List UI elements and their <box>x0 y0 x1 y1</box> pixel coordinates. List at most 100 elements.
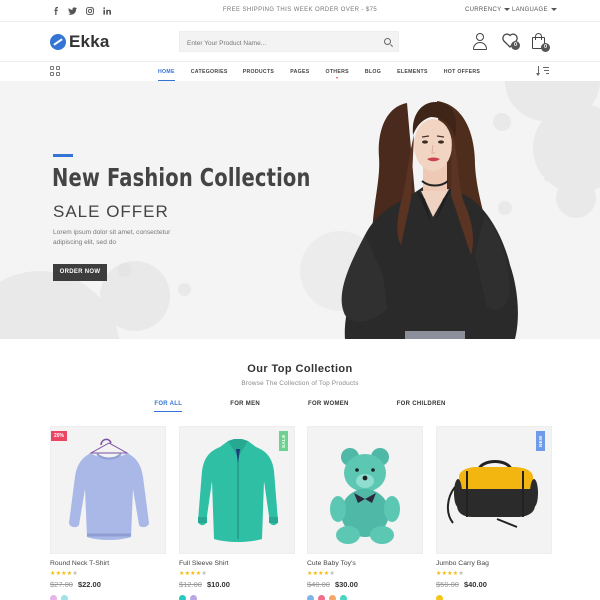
color-swatch[interactable] <box>436 595 443 600</box>
nav-item-hot-offers[interactable]: HOT OFFERS <box>444 69 480 75</box>
top-bar: FREE SHIPPING THIS WEEK ORDER OVER - $75… <box>0 0 600 22</box>
color-swatches <box>307 595 423 600</box>
nav-item-home[interactable]: HOME <box>158 69 175 81</box>
product-name[interactable]: Round Neck T-Shirt <box>50 560 166 567</box>
color-swatches <box>50 595 166 600</box>
hero-description: Lorem ipsum dolor sit amet, consectetur … <box>53 229 171 246</box>
new-badge: NEW <box>536 431 545 451</box>
teddy-bear-icon <box>330 448 400 544</box>
decor-circle <box>118 263 132 277</box>
color-swatches <box>179 595 295 600</box>
product-name[interactable]: Full Sleeve Shirt <box>179 560 295 567</box>
hero-accent-line <box>53 154 73 157</box>
new-price: $30.00 <box>334 580 358 589</box>
decor-circle <box>100 261 170 331</box>
nav-menu: HOME CATEGORIES PRODUCTS PAGES OTHERS BL… <box>158 69 480 81</box>
tab-for-all[interactable]: FOR ALL <box>154 401 183 412</box>
color-swatch[interactable] <box>61 595 68 600</box>
product-card[interactable]: 20% Round Neck T-Shirt ★★★★★ $27.00 $22.0… <box>50 426 166 600</box>
new-price: $10.00 <box>206 580 230 589</box>
nav-item-elements[interactable]: ELEMENTS <box>397 69 428 75</box>
currency-dropdown[interactable]: CURRENCY <box>465 7 511 13</box>
collection-subtitle: Browse The Collection of Top Products <box>241 380 359 387</box>
currency-label: CURRENCY <box>465 7 502 13</box>
rating-stars: ★★★★★ <box>179 571 207 577</box>
color-swatch[interactable] <box>340 595 347 600</box>
category-grid-icon[interactable] <box>50 66 60 76</box>
product-name[interactable]: Cute Baby Toy's <box>307 560 423 567</box>
product-price: $12.00 $10.00 <box>179 580 295 589</box>
product-price: $27.00 $22.00 <box>50 580 166 589</box>
color-swatch[interactable] <box>329 595 336 600</box>
product-image[interactable] <box>307 426 423 554</box>
product-image[interactable]: 20% <box>50 426 166 554</box>
rating-stars: ★★★★★ <box>307 571 335 577</box>
logo-text: Ekka <box>69 32 110 51</box>
chevron-down-icon <box>550 7 557 11</box>
chevron-down-icon <box>504 7 511 11</box>
nav-item-others[interactable]: OTHERS <box>325 69 349 79</box>
language-dropdown[interactable]: LANGUAGE <box>512 7 557 13</box>
rating-stars: ★★★★★ <box>436 571 464 577</box>
nav-item-blog[interactable]: BLOG <box>365 69 381 75</box>
collection-title: Our Top Collection <box>247 363 353 375</box>
sort-icon[interactable] <box>535 66 549 76</box>
language-label: LANGUAGE <box>512 7 548 13</box>
product-name[interactable]: Jumbo Carry Bag <box>436 560 552 567</box>
old-price: $12.00 <box>179 580 202 589</box>
old-price: $50.00 <box>436 580 459 589</box>
duffel-bag-icon <box>447 460 538 528</box>
product-image[interactable]: NEW <box>436 426 552 554</box>
rating-stars: ★★★★★ <box>50 571 78 577</box>
wishlist-count: 0 <box>511 41 520 50</box>
header: Ekka 0 0 <box>0 22 600 62</box>
color-swatch[interactable] <box>190 595 197 600</box>
logo[interactable]: Ekka <box>50 32 110 52</box>
product-card[interactable]: SALE Full Sleeve Shirt ★★★★★ $12.00 $10.0… <box>179 426 295 600</box>
shirt-icon <box>198 439 278 542</box>
decor-circle <box>556 178 596 218</box>
color-swatch[interactable] <box>50 595 57 600</box>
main-nav: HOME CATEGORIES PRODUCTS PAGES OTHERS BL… <box>0 62 600 81</box>
search-bar <box>179 31 399 53</box>
cart-count: 0 <box>541 43 550 52</box>
hero-title: New Fashion Collection <box>52 163 311 192</box>
hero-banner: New Fashion Collection SALE OFFER Lorem … <box>0 81 600 339</box>
nav-item-categories[interactable]: CATEGORIES <box>191 69 228 75</box>
product-card[interactable]: Cute Baby Toy's ★★★★★ $40.00 $30.00 <box>307 426 423 600</box>
product-card[interactable]: NEW Jumbo Carry Bag ★★★★★ $50.00 $40.00 <box>436 426 552 600</box>
sale-badge: SALE <box>279 431 288 451</box>
tab-for-women[interactable]: FOR WOMEN <box>308 401 349 407</box>
wishlist-icon[interactable]: 0 <box>502 33 520 50</box>
cart-icon[interactable]: 0 <box>532 33 550 52</box>
color-swatch[interactable] <box>318 595 325 600</box>
search-icon[interactable] <box>384 38 391 45</box>
nav-item-products[interactable]: PRODUCTS <box>243 69 275 75</box>
order-now-button[interactable]: ORDER NOW <box>53 264 107 281</box>
tab-for-children[interactable]: FOR CHILDREN <box>397 401 446 407</box>
product-price: $40.00 $30.00 <box>307 580 423 589</box>
logo-icon <box>50 34 66 50</box>
user-icon[interactable] <box>472 33 488 51</box>
color-swatches <box>436 595 552 600</box>
product-image[interactable]: SALE <box>179 426 295 554</box>
decor-circle <box>544 173 553 182</box>
product-price: $50.00 $40.00 <box>436 580 552 589</box>
decor-circle <box>178 283 191 296</box>
discount-badge: 20% <box>51 431 68 441</box>
fashion-model-image <box>341 101 518 339</box>
hero-subtitle: SALE OFFER <box>53 202 169 221</box>
old-price: $40.00 <box>307 580 330 589</box>
new-price: $22.00 <box>77 580 101 589</box>
old-price: $27.00 <box>50 580 73 589</box>
chevron-down-icon <box>335 77 338 79</box>
color-swatch[interactable] <box>179 595 186 600</box>
collection-tabs: FOR ALL FOR MEN FOR WOMEN FOR CHILDREN <box>0 401 600 412</box>
tab-for-men[interactable]: FOR MEN <box>230 401 260 407</box>
sweater-icon <box>69 438 149 540</box>
nav-item-pages[interactable]: PAGES <box>290 69 309 75</box>
search-input[interactable] <box>180 34 370 53</box>
new-price: $40.00 <box>463 580 487 589</box>
nav-item-others-label: OTHERS <box>325 69 349 75</box>
color-swatch[interactable] <box>307 595 314 600</box>
